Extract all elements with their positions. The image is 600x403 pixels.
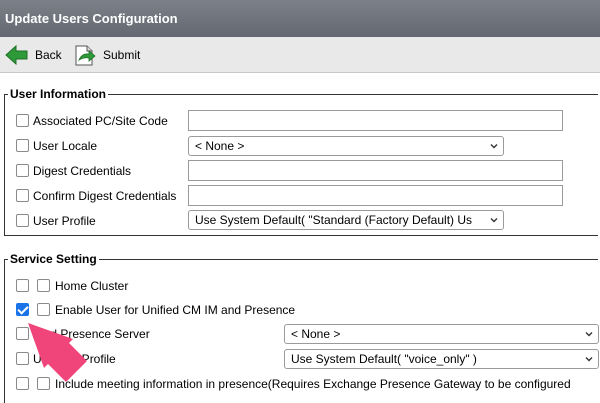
associated-pc-site-code-checkbox[interactable] [16,114,29,127]
submit-icon [75,45,96,66]
uc-service-profile-checkbox[interactable] [16,352,29,365]
user-profile-selected: Use System Default( "Standard (Factory D… [195,213,473,227]
user-information-legend: User Information [8,87,109,101]
back-label: Back [35,48,62,62]
user-profile-select[interactable]: Use System Default( "Standard (Factory D… [188,210,504,230]
confirm-digest-credentials-label: Confirm Digest Credentials [33,189,177,203]
include-meeting-info-checkbox[interactable] [37,377,50,390]
uc-service-profile-select[interactable]: Use System Default( "voice_only" ) [284,349,599,369]
assigned-presence-server-select[interactable]: < None > [284,324,599,344]
home-cluster-checkbox[interactable] [37,279,50,292]
assigned-presence-server-label: A ed Presence Server [33,327,150,341]
enable-im-presence-update-checkbox[interactable] [16,303,29,316]
user-locale-select[interactable]: < None > [188,136,504,156]
chevron-down-icon [490,218,498,223]
back-button[interactable]: Back [5,44,62,66]
include-meeting-info-update-checkbox[interactable] [16,377,29,390]
chevron-down-icon [585,357,593,362]
enable-im-presence-checkbox[interactable] [37,303,50,316]
digest-credentials-label: Digest Credentials [33,164,132,178]
associated-pc-site-code-input[interactable] [188,110,563,131]
back-arrow-icon [5,44,28,66]
home-cluster-label: Home Cluster [55,279,129,293]
uc-service-profile-label: UC Se e Profile [33,352,116,366]
user-locale-selected: < None > [195,139,245,153]
uc-service-profile-selected: Use System Default( "voice_only" ) [291,352,477,366]
confirm-digest-credentials-checkbox[interactable] [16,189,29,202]
assigned-presence-server-selected: < None > [291,327,341,341]
assigned-presence-server-checkbox[interactable] [16,327,29,340]
toolbar: Back Submit [0,37,600,73]
confirm-digest-credentials-input[interactable] [188,185,563,206]
window-title: Update Users Configuration [0,0,600,37]
service-setting-legend: Service Setting [8,252,99,266]
submit-button[interactable]: Submit [73,44,140,66]
user-profile-label: User Profile [33,214,96,228]
enable-im-presence-label: Enable User for Unified CM IM and Presen… [55,303,296,317]
digest-credentials-input[interactable] [188,160,563,181]
user-locale-label: User Locale [33,139,98,153]
digest-credentials-checkbox[interactable] [16,164,29,177]
user-locale-checkbox[interactable] [16,139,29,152]
home-cluster-update-checkbox[interactable] [16,279,29,292]
associated-pc-site-code-label: Associated PC/Site Code [33,114,168,128]
include-meeting-info-label: Include meeting information in presence(… [55,377,571,391]
user-profile-checkbox[interactable] [16,214,29,227]
submit-label: Submit [103,48,141,62]
chevron-down-icon [490,144,498,149]
chevron-down-icon [585,332,593,337]
